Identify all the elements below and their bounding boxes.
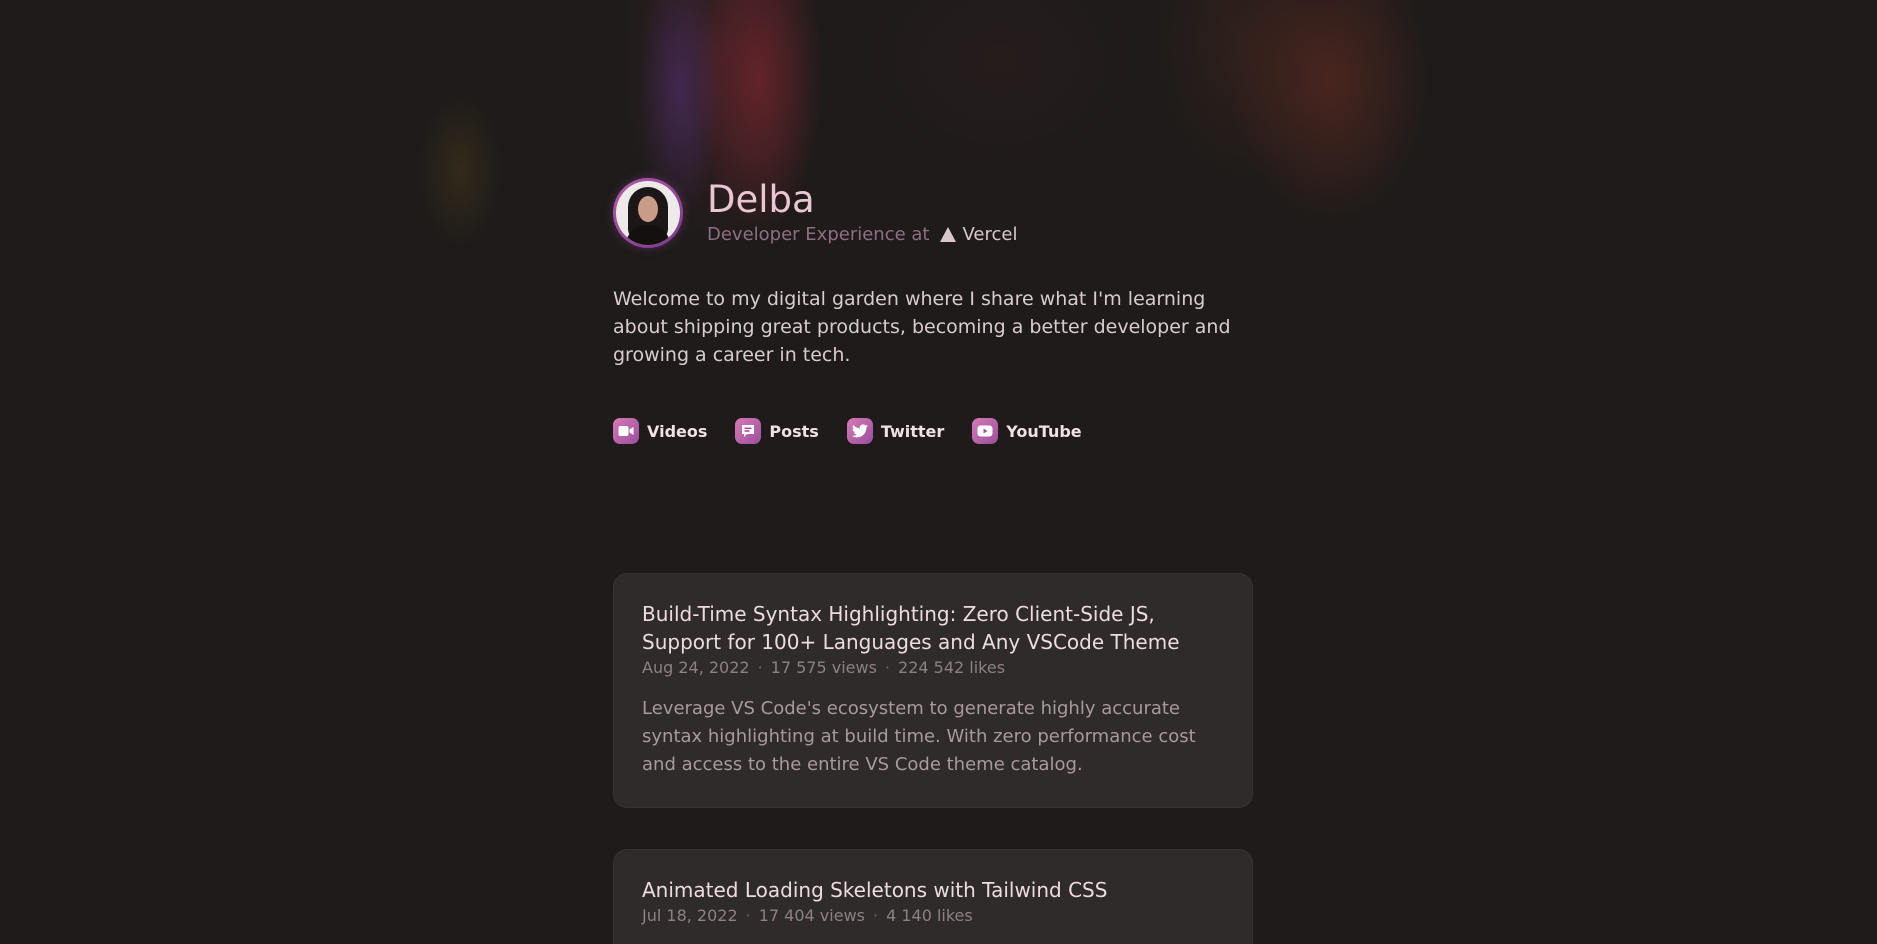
post-description: Leverage VS Code's ecosystem to generate… bbox=[642, 698, 1196, 775]
chat-icon bbox=[735, 418, 762, 444]
post-date: Aug 24, 2022 bbox=[642, 658, 750, 677]
post-views: 17 575 views bbox=[770, 658, 877, 677]
youtube-icon bbox=[972, 418, 999, 444]
link-twitter[interactable]: Twitter bbox=[846, 418, 945, 444]
link-youtube[interactable]: YouTube bbox=[972, 418, 1082, 444]
profile-header: Delba Developer Experience at Vercel bbox=[613, 178, 1017, 248]
post-title: Animated Loading Skeletons with Tailwind… bbox=[642, 878, 1108, 902]
social-links: Videos Posts Twitter YouTube bbox=[613, 418, 1110, 444]
post-views: 17 404 views bbox=[758, 906, 865, 925]
video-icon bbox=[613, 418, 639, 444]
twitter-icon bbox=[846, 418, 873, 444]
link-label: Videos bbox=[647, 421, 708, 441]
role-label: Developer Experience at bbox=[707, 223, 930, 245]
profile-role: Developer Experience at Vercel bbox=[707, 224, 1017, 245]
post-meta: Jul 18, 2022 · 17 404 views · 4 140 like… bbox=[642, 906, 1224, 925]
intro-text: Welcome to my digital garden where I sha… bbox=[613, 288, 1231, 366]
link-label: YouTube bbox=[1006, 421, 1082, 441]
meta-separator: · bbox=[745, 906, 751, 925]
avatar-photo bbox=[616, 181, 680, 245]
profile-text: Delba Developer Experience at Vercel bbox=[707, 178, 1017, 245]
company-link[interactable]: Vercel bbox=[939, 223, 1018, 245]
vercel-logo-icon bbox=[939, 226, 956, 242]
post-card[interactable]: Animated Loading Skeletons with Tailwind… bbox=[613, 849, 1253, 944]
post-date: Jul 18, 2022 bbox=[642, 906, 738, 925]
profile-name: Delba bbox=[707, 178, 815, 222]
post-title: Build-Time Syntax Highlighting: Zero Cli… bbox=[642, 602, 1180, 654]
company-name: Vercel bbox=[962, 223, 1018, 245]
post-likes: 4 140 likes bbox=[886, 906, 973, 925]
link-label: Posts bbox=[769, 421, 819, 441]
meta-separator: · bbox=[884, 658, 891, 677]
post-card[interactable]: Build-Time Syntax Highlighting: Zero Cli… bbox=[613, 573, 1253, 808]
post-meta: Aug 24, 2022 · 17 575 views · 224 542 li… bbox=[642, 658, 1224, 677]
link-label: Twitter bbox=[880, 421, 945, 441]
meta-separator: · bbox=[872, 906, 879, 925]
meta-separator: · bbox=[757, 658, 763, 677]
post-likes: 224 542 likes bbox=[898, 658, 1006, 677]
avatar[interactable] bbox=[613, 178, 683, 248]
link-posts[interactable]: Posts bbox=[735, 418, 819, 444]
link-videos[interactable]: Videos bbox=[613, 418, 707, 444]
